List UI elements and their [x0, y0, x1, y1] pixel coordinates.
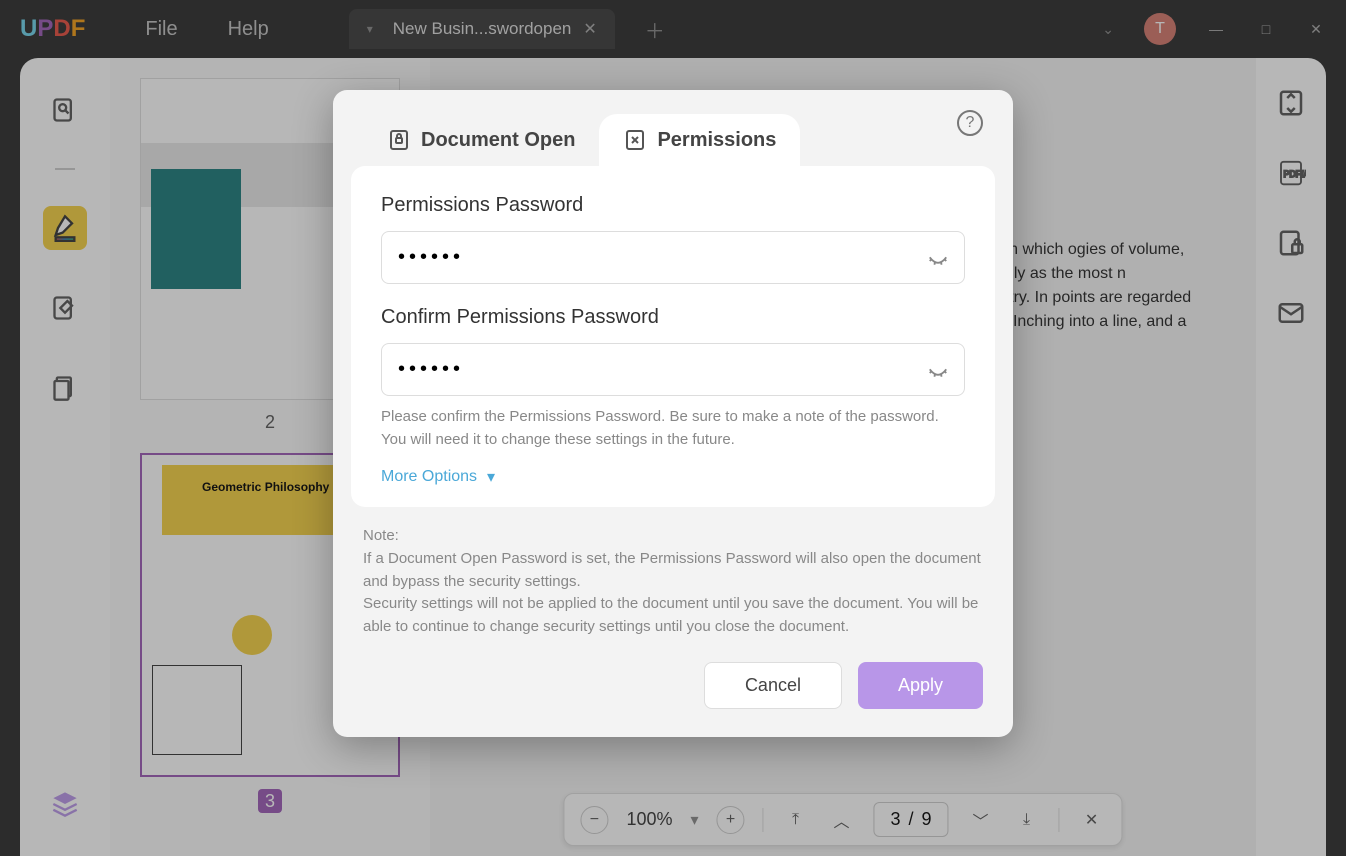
note-label: Note: [363, 527, 983, 544]
confirm-password-label: Confirm Permissions Password [381, 306, 965, 329]
eye-icon [927, 356, 949, 378]
permissions-password-label: Permissions Password [381, 194, 965, 217]
permissions-password-input[interactable] [381, 231, 965, 284]
modal-tabs: Document Open Permissions ? [333, 90, 1013, 166]
more-options-label: More Options [381, 468, 477, 486]
toggle-password-visibility[interactable] [927, 244, 949, 271]
tab-permissions[interactable]: Permissions [599, 114, 800, 166]
apply-button[interactable]: Apply [858, 662, 983, 709]
toggle-confirm-visibility[interactable] [927, 356, 949, 383]
chevron-down-icon: ▾ [487, 467, 495, 487]
password-hint: Please confirm the Permissions Password.… [381, 406, 965, 451]
permissions-icon [623, 128, 647, 152]
modal-footer: Note: If a Document Open Password is set… [333, 507, 1013, 737]
lock-icon [387, 128, 411, 152]
more-options-link[interactable]: More Options ▾ [381, 467, 965, 487]
modal-body: Permissions Password Confirm Permissions… [351, 166, 995, 507]
help-button[interactable]: ? [957, 110, 983, 136]
security-modal: Document Open Permissions ? Permissions … [333, 90, 1013, 737]
tab-permissions-label: Permissions [657, 129, 776, 152]
tab-document-open-label: Document Open [421, 129, 575, 152]
confirm-password-input[interactable] [381, 343, 965, 396]
cancel-button[interactable]: Cancel [704, 662, 842, 709]
tab-document-open[interactable]: Document Open [363, 114, 599, 166]
note-text: If a Document Open Password is set, the … [363, 548, 983, 638]
eye-icon [927, 244, 949, 266]
modal-overlay: Document Open Permissions ? Permissions … [0, 0, 1346, 856]
